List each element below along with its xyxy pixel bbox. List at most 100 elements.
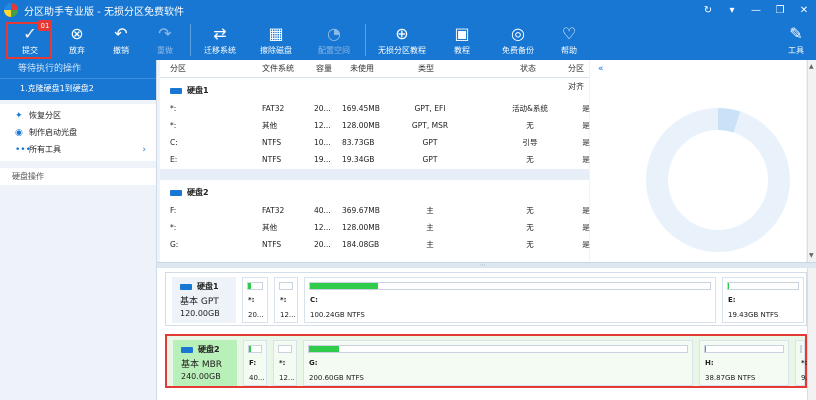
free-backup-button[interactable]: ◎ 免费备份 (500, 20, 536, 60)
discard-button[interactable]: ⊗ 放弃 (62, 20, 92, 60)
disk-operations-header[interactable]: 硬盘操作 (0, 168, 156, 185)
partition-block[interactable]: *: 20... (242, 277, 268, 323)
table-cell: 184.08GB (342, 240, 380, 249)
backup-icon: ◎ (511, 24, 525, 43)
make-bootable-disc-item[interactable]: ◉ 制作启动光盘 (0, 124, 156, 141)
vertical-scrollbar[interactable]: ▲ ▼ (807, 60, 816, 262)
table-header: 分区 文件系统 容量 未使用 类型 状态 分区对齐 (160, 60, 589, 91)
table-cell: NTFS (262, 138, 282, 147)
partition-info: 19.43GB NTFS (728, 311, 779, 319)
tutorial-button[interactable]: ▣ 教程 (447, 20, 477, 60)
table-cell: NTFS (262, 155, 282, 164)
lossless-partition-button[interactable]: ⊕ 无损分区教程 (374, 20, 430, 60)
partition-letter: H: (705, 359, 714, 367)
col-status[interactable]: 状态 (520, 60, 536, 78)
hard-disk-icon (181, 346, 193, 353)
col-partition[interactable]: 分区 (170, 60, 186, 78)
table-row[interactable]: F: FAT32 40... 369.67MB 主无是 (160, 202, 590, 219)
collapse-panel-icon[interactable]: « (598, 64, 604, 74)
scroll-down-icon[interactable]: ▼ (809, 252, 814, 259)
disk-card[interactable]: 硬盘1 基本 GPT 120.00GB *: 20... *: 12... C: 100.24G… (165, 272, 807, 326)
table-cell: GPT, EFI (414, 104, 446, 113)
partition-block[interactable]: *: 12... (273, 340, 297, 386)
disk-label[interactable]: 硬盘1 基本 GPT 120.00GB (172, 277, 236, 323)
table-row[interactable]: G: NTFS 20... 184.08GB 主无是 (160, 236, 590, 253)
all-tools-item[interactable]: ••• 所有工具 › (0, 141, 156, 158)
minimize-button[interactable]: — (744, 0, 768, 20)
table-cell: GPT (422, 155, 438, 164)
table-row[interactable]: *: 其他 12... 128.00MB GPT, MSR 无是 (160, 117, 590, 134)
table-row[interactable]: *: 其他 12... 128.00MB 主无是 (160, 219, 590, 236)
migrate-os-label: 迁移系统 (204, 46, 236, 55)
window-controls: ↻ ▾ — ❐ ✕ (696, 0, 816, 20)
partition-block[interactable]: C: 100.24GB NTFS (304, 277, 716, 323)
help-button[interactable]: ♡ 帮助 (554, 20, 584, 60)
partition-block[interactable]: *: 9. (795, 340, 808, 386)
usage-bar (279, 282, 293, 290)
disk-label[interactable]: 硬盘2 基本 MBR 240.00GB (173, 340, 237, 386)
partition-block[interactable]: E: 19.43GB NTFS (722, 277, 804, 323)
partition-block[interactable]: H: 38.87GB NTFS (699, 340, 789, 386)
col-capacity[interactable]: 容量 (316, 60, 332, 78)
partition-letter: E: (728, 296, 736, 304)
redo-button[interactable]: ↷ 重做 (150, 20, 180, 60)
maximize-button[interactable]: ❐ (768, 0, 792, 20)
disk-card[interactable]: 硬盘2 基本 MBR 240.00GB F: 40... *: 12... G: 200.60G… (165, 334, 808, 388)
table-row[interactable]: *: FAT32 20... 169.45MB GPT, EFI 活动&系统是 (160, 100, 590, 117)
undo-button[interactable]: ↶ 撤销 (106, 20, 136, 60)
partition-letter: F: (249, 359, 257, 367)
donut-free-slice (646, 108, 790, 252)
tutorial-label: 教程 (454, 46, 470, 55)
operations-list: ✦ 恢复分区 ◉ 制作启动光盘 ••• 所有工具 › (0, 104, 156, 161)
table-row[interactable]: E: NTFS 19... 19.34GB GPT 无是 (160, 151, 590, 168)
table-cell: NTFS (262, 240, 282, 249)
table-row[interactable]: C: NTFS 10... 83.73GB GPT 引导是 (160, 134, 590, 151)
scroll-up-icon[interactable]: ▲ (809, 63, 814, 70)
tools-button[interactable]: ✎ 工具 (782, 20, 810, 60)
menu-dropdown-icon[interactable]: ▾ (720, 0, 744, 20)
alloc-space-button[interactable]: ◔ 配置空间 (314, 20, 354, 60)
pending-op-item[interactable]: 1.克隆硬盘1到硬盘2 (0, 78, 156, 100)
alloc-space-label: 配置空间 (318, 46, 350, 55)
table-cell: E: (170, 155, 178, 164)
partition-block[interactable]: *: 12... (274, 277, 298, 323)
table-cell: 无 (526, 121, 534, 130)
table-cell: 活动&系统 (512, 104, 548, 113)
partition-block[interactable]: F: 40... (243, 340, 267, 386)
partition-block[interactable]: G: 200.60GB NTFS (303, 340, 693, 386)
refresh-icon[interactable]: ↻ (696, 0, 720, 20)
discard-label: 放弃 (69, 46, 85, 55)
disk-separator (160, 169, 589, 180)
table-cell: 40... (314, 206, 331, 215)
table-cell: 其他 (262, 223, 277, 232)
col-filesystem[interactable]: 文件系统 (262, 60, 294, 78)
migrate-os-button[interactable]: ⇄ 迁移系统 (200, 20, 240, 60)
help-label: 帮助 (561, 46, 577, 55)
disk-group-header[interactable]: 硬盘2 (160, 180, 589, 202)
hard-disk-icon (180, 283, 192, 290)
wipe-disk-button[interactable]: ▦ 擦除磁盘 (256, 20, 296, 60)
hard-disk-icon (170, 87, 182, 94)
partition-info: 100.24GB NTFS (310, 311, 365, 319)
recover-partition-label: 恢复分区 (29, 111, 61, 120)
col-unused[interactable]: 未使用 (350, 60, 374, 78)
table-cell: *: (170, 223, 177, 232)
close-button[interactable]: ✕ (792, 0, 816, 20)
pie-chart-icon: ◔ (327, 24, 341, 43)
partition-info: 12... (279, 374, 295, 382)
undo-label: 撤销 (113, 46, 129, 55)
recover-partition-item[interactable]: ✦ 恢复分区 (0, 107, 156, 124)
usage-bar (704, 345, 784, 353)
table-cell: 20... (314, 240, 331, 249)
disc-icon: ◉ (15, 127, 23, 138)
table-body: 硬盘1 *: FAT32 20... 169.45MB GPT, EFI 活动&系统是 *: 其… (160, 78, 590, 253)
disk-group-header[interactable]: 硬盘1 (160, 78, 589, 100)
usage-bar (308, 345, 688, 353)
all-tools-label: 所有工具 (29, 145, 61, 154)
disk-usage-panel: « (590, 60, 806, 262)
book-icon: ▣ (454, 24, 470, 43)
col-type[interactable]: 类型 (418, 60, 434, 78)
toolbar-divider (190, 24, 191, 56)
disk-map-scrollbar[interactable] (807, 268, 816, 400)
table-cell: F: (170, 206, 177, 215)
